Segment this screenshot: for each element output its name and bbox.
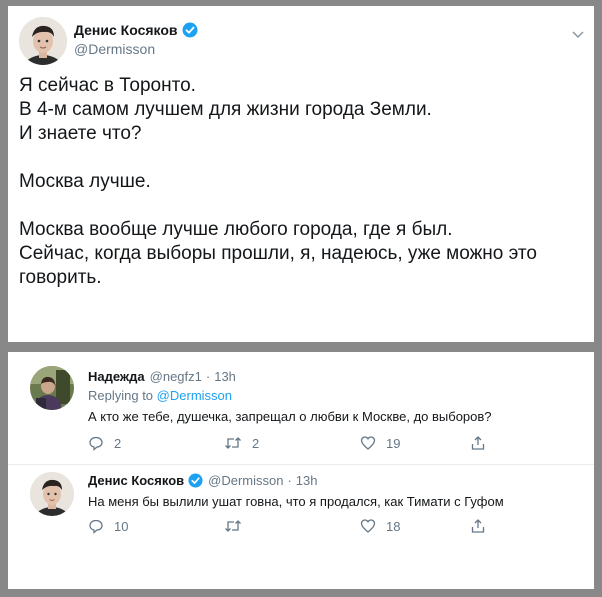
author-handle[interactable]: @Dermisson: [74, 41, 155, 57]
separator-dot: ·: [287, 473, 292, 488]
share-button[interactable]: [470, 518, 486, 534]
reply-actions: 10 18: [88, 518, 486, 534]
retweet-icon: [225, 520, 241, 532]
author-name-row: Денис Косяков: [74, 22, 198, 38]
reply-author-handle[interactable]: @Dermisson: [208, 473, 283, 488]
verified-badge-icon: [188, 473, 203, 488]
reply-count: 2: [114, 435, 122, 451]
replying-mention-link[interactable]: @Dermisson: [157, 388, 232, 403]
tweet-line: Я сейчас в Торонто.: [19, 75, 196, 96]
reply-text: На меня бы вылили ушат говна, что я прод…: [88, 494, 504, 509]
tweet-line: В 4-м самом лучшем для жизни города Земл…: [19, 99, 432, 120]
like-count: 18: [386, 518, 401, 534]
like-button[interactable]: 19: [360, 435, 470, 451]
replying-prefix: Replying to: [88, 388, 154, 403]
main-tweet-card: Денис Косяков @Dermisson Я сейчас в Торо…: [8, 6, 594, 342]
retweet-icon: [225, 437, 241, 449]
heart-icon: [360, 519, 376, 533]
like-count: 19: [386, 435, 401, 451]
tweet-line: Москва вообще лучше любого города, где я…: [19, 219, 453, 240]
like-button[interactable]: 18: [360, 518, 470, 534]
retweet-count: 2: [252, 435, 260, 451]
replying-to: Replying to @Dermisson: [88, 388, 232, 403]
reply-avatar[interactable]: [30, 472, 74, 516]
author-avatar[interactable]: [19, 17, 67, 65]
reply-actions: 2 2 19: [88, 435, 486, 451]
heart-icon: [360, 436, 376, 450]
reply-time[interactable]: 13h: [214, 369, 236, 384]
reply-time[interactable]: 13h: [296, 473, 318, 488]
reply-icon: [89, 436, 103, 451]
reply-avatar[interactable]: [30, 366, 74, 410]
share-icon: [471, 519, 485, 533]
retweet-button[interactable]: [224, 518, 360, 534]
reply-button[interactable]: 2: [88, 435, 224, 451]
reply-header: Денис Косяков @Dermisson · 13h: [88, 473, 318, 488]
share-button[interactable]: [470, 435, 486, 451]
reply-author-handle[interactable]: @negfz1: [150, 369, 202, 384]
tweet-line: говорить.: [19, 267, 102, 288]
reply-button[interactable]: 10: [88, 518, 224, 534]
author-name[interactable]: Денис Косяков: [74, 22, 178, 38]
reply-divider: [8, 464, 594, 465]
reply-author-name[interactable]: Надежда: [88, 369, 145, 384]
retweet-button[interactable]: 2: [224, 435, 360, 451]
separator-dot: ·: [205, 369, 211, 384]
reply-count: 10: [114, 518, 129, 534]
tweet-line: Москва лучше.: [19, 171, 151, 192]
author-handle-row: @Dermisson: [74, 41, 155, 57]
tweet-line: Сейчас, когда выборы прошли, я, надеюсь,…: [19, 243, 537, 264]
reply-author-name[interactable]: Денис Косяков: [88, 473, 184, 488]
verified-badge-icon: [182, 22, 198, 38]
reply-text: А кто же тебе, душечка, запрещал о любви…: [88, 409, 492, 424]
replies-card: Надежда @negfz1 · 13h Replying to @Dermi…: [8, 352, 594, 589]
tweet-line: И знаете что?: [19, 123, 142, 144]
reply-header: Надежда @negfz1 · 13h: [88, 369, 236, 384]
share-icon: [471, 436, 485, 450]
reply-icon: [89, 519, 103, 534]
tweet-text: Я сейчас в Торонто. В 4-м самом лучшем д…: [19, 74, 589, 290]
chevron-down-icon[interactable]: [572, 26, 584, 44]
